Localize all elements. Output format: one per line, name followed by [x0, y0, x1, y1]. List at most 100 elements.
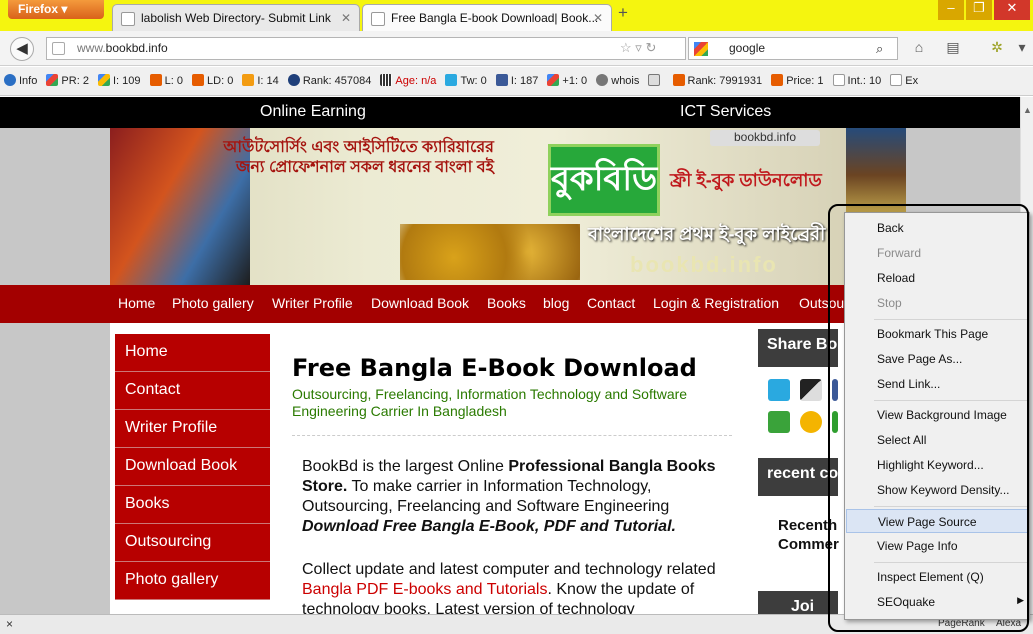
bookmark-star-icon[interactable]: ☆: [620, 40, 632, 55]
toolbar-dropdown-icon[interactable]: ▾: [1014, 39, 1030, 59]
alexa-rank-icon: [287, 74, 300, 86]
home-icon[interactable]: ⌂: [908, 39, 930, 59]
minimize-button[interactable]: –: [938, 0, 964, 20]
info-icon: [4, 74, 16, 86]
seoquake-toolbar: Info PR: 2 I: 109 L: 0 LD: 0 I: 14 Rank:…: [0, 67, 1033, 96]
page-title: Free Bangla E-Book Download: [292, 354, 697, 382]
main-nav-blog[interactable]: blog: [543, 295, 569, 311]
sidebar-item-writer-profile[interactable]: Writer Profile: [115, 410, 270, 448]
close-tab-icon[interactable]: ✕: [341, 11, 351, 25]
tab-labolish[interactable]: labolish Web Directory- Submit Link ✕: [112, 4, 360, 31]
url-bar-actions[interactable]: ☆ ▿ ↻: [620, 40, 656, 56]
ebooks-tutorials-link[interactable]: Bangla PDF E-books and Tutorials: [302, 581, 547, 598]
seo-value: Int.: 10: [847, 75, 882, 87]
sidebar-item-photo-gallery[interactable]: Photo gallery: [115, 562, 270, 600]
seo-item[interactable]: Int.: 10: [832, 74, 882, 87]
share-heading: Share Bo: [758, 329, 838, 367]
intro-text: BookBd is the largest Online: [302, 458, 509, 475]
main-nav-download-book[interactable]: Download Book: [371, 295, 469, 311]
new-tab-button[interactable]: +: [618, 3, 634, 25]
collect-paragraph: Collect update and latest computer and t…: [302, 560, 732, 614]
seo-item[interactable]: I: 109: [98, 74, 141, 87]
sidebar: Home Contact Writer Profile Download Boo…: [115, 334, 270, 600]
banner-watermark: bookbd.info: [630, 252, 778, 277]
seo-value: Ex: [905, 75, 919, 87]
sidebar-item-download-book[interactable]: Download Book: [115, 448, 270, 486]
seo-item[interactable]: Ex: [890, 74, 918, 87]
site-identity-icon[interactable]: [52, 42, 65, 55]
seo-item[interactable]: [648, 74, 663, 87]
reload-icon[interactable]: ↻: [645, 40, 656, 55]
dropdown-arrow-icon[interactable]: ▿: [635, 40, 642, 55]
google-index-icon: [98, 74, 110, 86]
seo-item[interactable]: Tw: 0: [445, 74, 487, 87]
page-icon: [121, 12, 135, 26]
seo-value: Age: n/a: [395, 75, 437, 87]
scroll-up-arrow-icon[interactable]: ▲: [1023, 105, 1032, 115]
title-bar: Firefox ▾ labolish Web Directory- Submit…: [0, 0, 1033, 31]
main-nav-photo-gallery[interactable]: Photo gallery: [172, 295, 254, 311]
firefox-menu-button[interactable]: Firefox ▾: [8, 0, 104, 19]
twitter-icon: [445, 74, 458, 86]
back-arrow-icon[interactable]: ◀: [10, 37, 34, 61]
nav-online-earning[interactable]: Online Earning: [260, 103, 366, 121]
tab-title: Free Bangla E-book Download| Book...: [391, 11, 599, 25]
seo-value: Rank: 457084: [302, 75, 372, 87]
page-icon: [371, 12, 385, 26]
twitter-share-icon[interactable]: [768, 379, 790, 401]
age-icon: [380, 74, 393, 86]
seo-value: LD: 0: [207, 75, 234, 87]
seo-value: I: 109: [113, 75, 141, 87]
highlight-outline: [828, 204, 1029, 632]
seo-item[interactable]: Price: 1: [771, 74, 823, 87]
site-logo[interactable]: বুকবিডি: [548, 144, 660, 216]
seo-item[interactable]: Rank: 7991931: [672, 74, 762, 87]
tab-bookbd[interactable]: Free Bangla E-book Download| Book... ✕: [362, 4, 612, 31]
seo-item[interactable]: I: 187: [495, 74, 539, 87]
sidebar-item-outsourcing[interactable]: Outsourcing: [115, 524, 270, 562]
google-search-engine-icon[interactable]: [694, 42, 708, 56]
collect-text: Collect update and latest computer and t…: [302, 561, 716, 578]
close-window-button[interactable]: ✕: [994, 0, 1030, 20]
main-nav-contact[interactable]: Contact: [587, 295, 635, 311]
seo-item[interactable]: LD: 0: [192, 74, 233, 87]
main-nav-home[interactable]: Home: [118, 295, 155, 311]
banner-url-tag: bookbd.info: [710, 130, 820, 146]
facebook-icon: [495, 74, 508, 86]
coins-image: [400, 224, 580, 280]
seo-item[interactable]: Info: [4, 74, 37, 87]
main-nav-login-registration[interactable]: Login & Registration: [653, 295, 779, 311]
intro-text: To make carrier in Information Technolog…: [302, 478, 670, 515]
seo-value: I: 187: [510, 75, 539, 87]
seo-item[interactable]: L: 0: [149, 74, 183, 87]
internal-links-icon: [832, 74, 845, 86]
maximize-button[interactable]: ❐: [966, 0, 992, 20]
main-nav-books[interactable]: Books: [487, 295, 526, 311]
sidebar-item-books[interactable]: Books: [115, 486, 270, 524]
search-icon[interactable]: ⌕: [876, 41, 883, 57]
favorite-star-icon[interactable]: [800, 411, 822, 433]
sidebar-item-contact[interactable]: Contact: [115, 372, 270, 410]
seo-value: PR: 2: [61, 75, 89, 87]
seo-item[interactable]: Rank: 457084: [287, 74, 372, 87]
seo-value: whois: [611, 75, 640, 87]
search-input[interactable]: google: [688, 37, 898, 60]
url-bar[interactable]: www.bookbd.info: [46, 37, 686, 60]
stumbleupon-share-icon[interactable]: [768, 411, 790, 433]
addon-gear-icon[interactable]: ✲: [986, 39, 1008, 59]
banner-library: বাংলাদেশের প্রথম ই-বুক লাইব্রেরী: [588, 224, 826, 244]
seo-item[interactable]: I: 14: [242, 74, 279, 87]
seo-value: I: 14: [257, 75, 279, 87]
nav-ict-services[interactable]: ICT Services: [680, 103, 771, 121]
delicious-share-icon[interactable]: [800, 379, 822, 401]
seo-item[interactable]: whois: [596, 74, 639, 87]
close-addon-bar-icon[interactable]: ×: [6, 617, 13, 631]
main-nav-writer-profile[interactable]: Writer Profile: [272, 295, 353, 311]
seo-item[interactable]: +1: 0: [547, 74, 587, 87]
sidebar-item-home[interactable]: Home: [115, 334, 270, 372]
navigation-toolbar: ◀ www.bookbd.info ☆ ▿ ↻ google ⌕ ⌂ ▤ ✲ ▾: [0, 31, 1033, 66]
seo-item[interactable]: Age: n/a: [380, 74, 436, 87]
seo-item[interactable]: PR: 2: [46, 74, 89, 87]
bookmarks-menu-icon[interactable]: ▤: [942, 39, 964, 59]
close-tab-icon[interactable]: ✕: [593, 11, 603, 25]
